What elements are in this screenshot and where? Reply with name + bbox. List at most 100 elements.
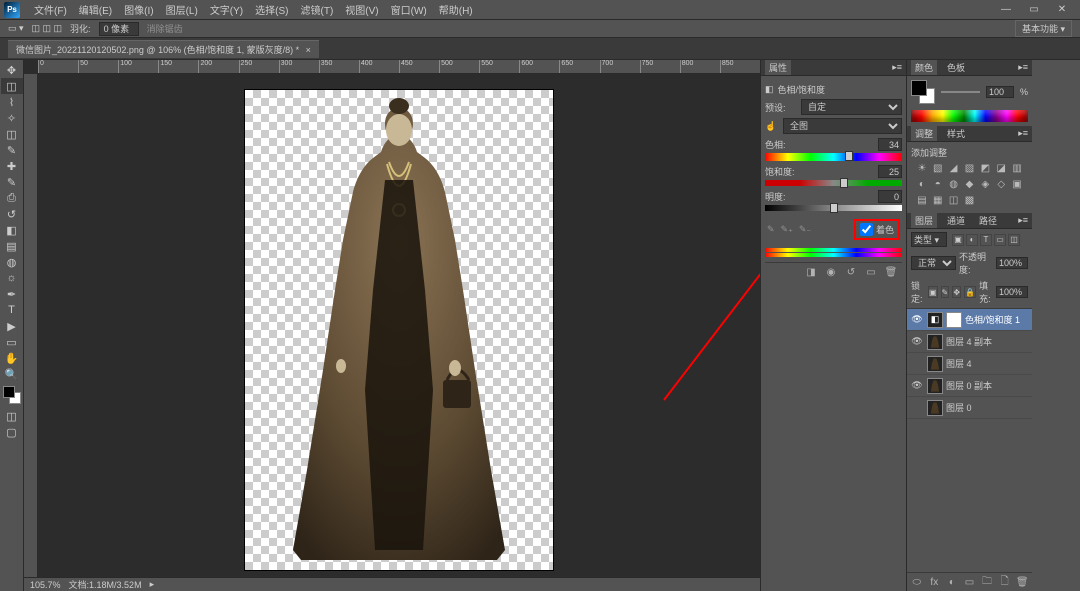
menu-view[interactable]: 视图(V): [339, 0, 384, 19]
adj-channelmixer-icon[interactable]: ◍: [947, 177, 961, 191]
zoom-tool[interactable]: 🔍: [1, 366, 23, 382]
quick-mask-toggle[interactable]: ◫: [1, 408, 23, 424]
visibility-toggle-icon[interactable]: 👁: [910, 380, 924, 391]
crop-tool[interactable]: ◫: [1, 126, 23, 142]
marquee-shape-icon[interactable]: ◫ ◫ ◫: [32, 23, 63, 34]
layer-name[interactable]: 图层 0 副本: [946, 379, 1029, 392]
layer-row[interactable]: 图层 0: [907, 397, 1032, 419]
menu-type[interactable]: 文字(Y): [204, 0, 249, 19]
adj-selectivecolor-icon[interactable]: ▦: [931, 193, 945, 207]
dodge-tool[interactable]: ☼: [1, 270, 23, 286]
color-fgbg-swatch[interactable]: [911, 80, 935, 104]
path-select-tool[interactable]: ▶: [1, 318, 23, 334]
layer-row[interactable]: 👁 图层 0 副本: [907, 375, 1032, 397]
marquee-tool[interactable]: ◫: [1, 78, 23, 94]
adj-colorbalance-icon[interactable]: ▥: [1010, 161, 1024, 175]
zoom-level[interactable]: 105.7%: [30, 580, 61, 590]
filter-shape-icon[interactable]: ▭: [994, 234, 1006, 246]
preset-select[interactable]: 自定: [801, 99, 902, 115]
color-ramp[interactable]: [911, 110, 1028, 122]
layer-name[interactable]: 图层 4 副本: [946, 335, 1029, 348]
adj-exposure-icon[interactable]: ▨: [963, 161, 977, 175]
adj-levels-icon[interactable]: ▧: [931, 161, 945, 175]
document-tab[interactable]: 微信图片_20221120120502.png @ 106% (色相/饱和度 1…: [8, 40, 319, 58]
pen-tool[interactable]: ✒: [1, 286, 23, 302]
color-swatch[interactable]: [3, 386, 21, 404]
layers-tab[interactable]: 图层: [911, 213, 937, 228]
magic-wand-tool[interactable]: ✧: [1, 110, 23, 126]
layer-thumb[interactable]: [927, 334, 943, 350]
blend-mode-select[interactable]: 正常: [911, 256, 956, 270]
vertical-ruler[interactable]: [24, 74, 38, 591]
close-button[interactable]: ✕: [1048, 1, 1076, 19]
lightness-value-input[interactable]: [878, 190, 902, 203]
properties-tab[interactable]: 属性: [765, 60, 791, 75]
hue-slider[interactable]: [765, 153, 902, 161]
menu-image[interactable]: 图像(I): [118, 0, 159, 19]
layer-fx-icon[interactable]: fx: [928, 576, 942, 588]
layer-thumb[interactable]: [927, 400, 943, 416]
layer-row[interactable]: 👁◧色相/饱和度 1: [907, 309, 1032, 331]
panel-menu-icon[interactable]: ▸≡: [1018, 215, 1028, 226]
delete-adjustment-icon[interactable]: 🗑: [884, 266, 898, 278]
layer-filter-kind[interactable]: 类型 ▾: [911, 232, 947, 247]
history-brush-tool[interactable]: ↺: [1, 206, 23, 222]
panel-menu-icon[interactable]: ▸≡: [1018, 128, 1028, 139]
menu-window[interactable]: 窗口(W): [385, 0, 433, 19]
foreground-color-swatch[interactable]: [3, 386, 15, 398]
visibility-toggle-icon[interactable]: 👁: [910, 336, 924, 347]
menu-edit[interactable]: 编辑(E): [73, 0, 118, 19]
lightness-slider[interactable]: [765, 205, 902, 211]
swatches-tab[interactable]: 色板: [943, 60, 969, 75]
menu-file[interactable]: 文件(F): [28, 0, 73, 19]
menu-filter[interactable]: 滤镜(T): [295, 0, 340, 19]
paths-tab[interactable]: 路径: [975, 213, 1001, 228]
filter-type-icon[interactable]: T: [980, 234, 992, 246]
adj-brightness-icon[interactable]: ☀: [915, 161, 929, 175]
adj-extra2-icon[interactable]: ▩: [963, 193, 977, 207]
blur-tool[interactable]: ◍: [1, 254, 23, 270]
adjustments-tab[interactable]: 调整: [911, 126, 937, 141]
eraser-tool[interactable]: ◧: [1, 222, 23, 238]
tab-close-icon[interactable]: ×: [306, 45, 311, 55]
lock-all-icon[interactable]: 🔒: [964, 286, 976, 298]
adj-gradientmap-icon[interactable]: ▤: [915, 193, 929, 207]
lock-position-icon[interactable]: ✥: [952, 286, 961, 298]
eyedropper-tool[interactable]: ✎: [1, 142, 23, 158]
menu-layer[interactable]: 图层(L): [160, 0, 204, 19]
layer-name[interactable]: 图层 4: [946, 357, 1029, 370]
adj-invert-icon[interactable]: ◈: [978, 177, 992, 191]
clip-to-layer-icon[interactable]: ◨: [804, 266, 818, 278]
brightness-slider[interactable]: [941, 91, 980, 93]
colorize-checkbox[interactable]: [860, 223, 873, 236]
layer-row[interactable]: 👁 图层 4 副本: [907, 331, 1032, 353]
channels-tab[interactable]: 通道: [943, 213, 969, 228]
menu-help[interactable]: 帮助(H): [433, 0, 479, 19]
styles-tab[interactable]: 样式: [943, 126, 969, 141]
new-adjustment-icon[interactable]: ▭: [963, 576, 977, 588]
toggle-visibility-icon[interactable]: ▭: [864, 266, 878, 278]
adj-colorlookup-icon[interactable]: ◆: [963, 177, 977, 191]
layer-name[interactable]: 色相/饱和度 1: [965, 313, 1029, 326]
mask-thumb[interactable]: [946, 312, 962, 328]
color-value-input[interactable]: [986, 86, 1014, 98]
antialias-checkbox[interactable]: 消除锯齿: [147, 22, 183, 35]
filter-adjust-icon[interactable]: ◐: [966, 234, 978, 246]
target-adjust-icon[interactable]: ☝: [765, 121, 779, 132]
adj-posterize-icon[interactable]: ◇: [994, 177, 1008, 191]
lasso-tool[interactable]: ⌇: [1, 94, 23, 110]
visibility-toggle-icon[interactable]: 👁: [910, 314, 924, 325]
adj-bw-icon[interactable]: ◐: [915, 177, 929, 191]
opacity-input[interactable]: [996, 257, 1028, 269]
menu-select[interactable]: 选择(S): [249, 0, 294, 19]
move-tool[interactable]: ✥: [1, 62, 23, 78]
adj-photofilter-icon[interactable]: ◓: [931, 177, 945, 191]
layer-row[interactable]: 图层 4: [907, 353, 1032, 375]
clone-stamp-tool[interactable]: ⎙: [1, 190, 23, 206]
panel-menu-icon[interactable]: ▸≡: [892, 62, 902, 73]
shape-tool[interactable]: ▭: [1, 334, 23, 350]
fill-input[interactable]: [996, 286, 1028, 298]
layer-thumb[interactable]: [927, 356, 943, 372]
lock-pixels-icon[interactable]: ✎: [941, 286, 950, 298]
saturation-value-input[interactable]: [878, 165, 902, 178]
